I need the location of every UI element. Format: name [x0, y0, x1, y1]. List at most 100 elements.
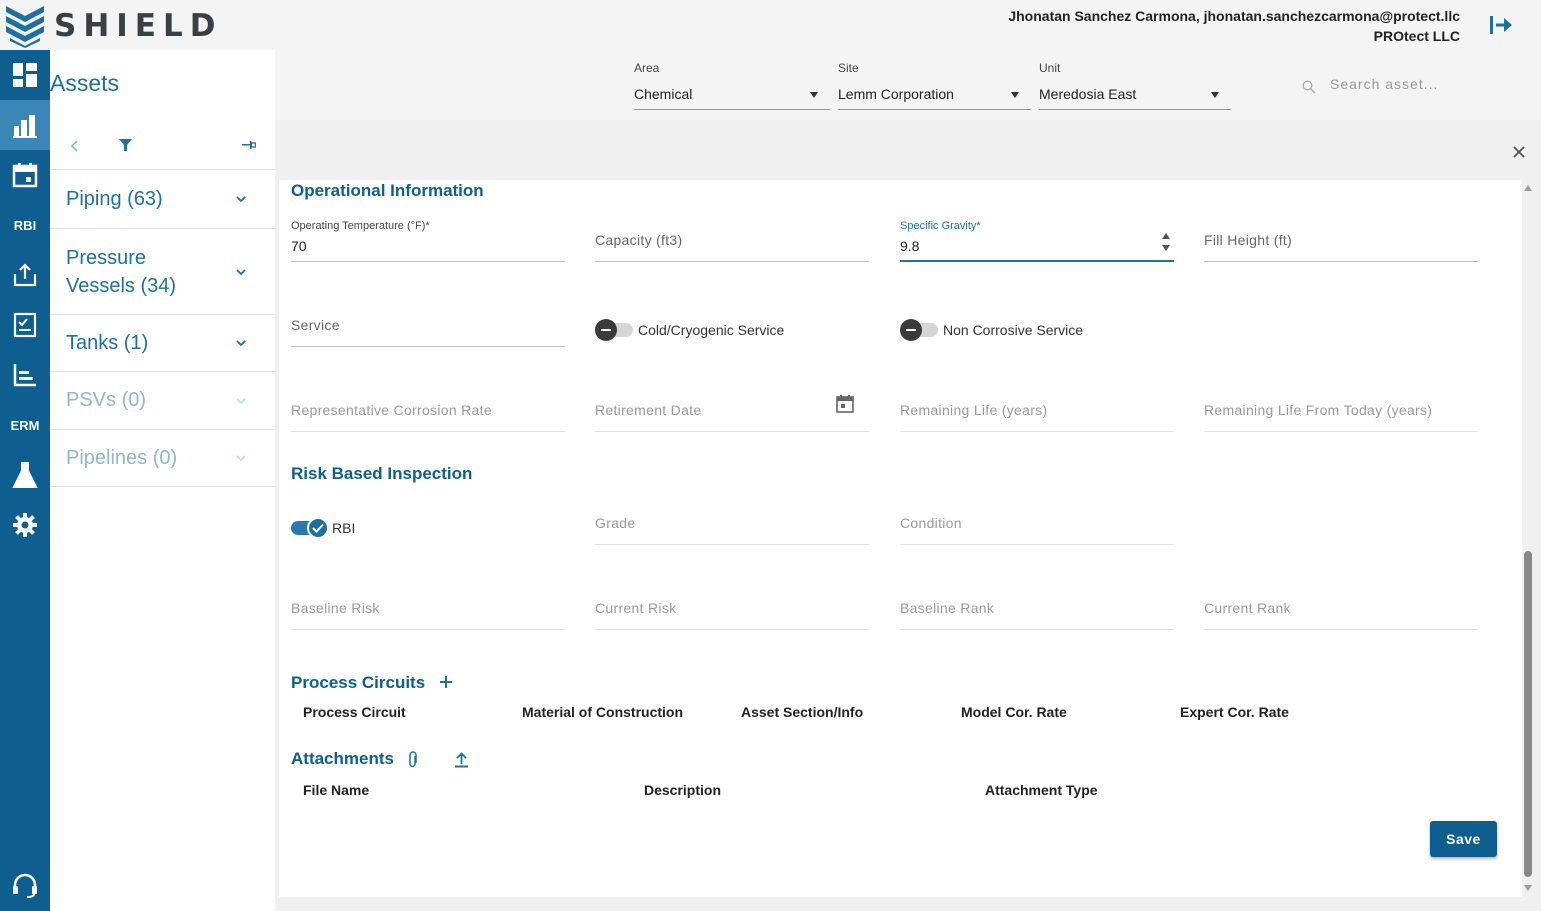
category-label: Pipelines (0): [66, 446, 178, 469]
buildings-icon: [13, 115, 37, 138]
pin-icon[interactable]: [242, 140, 256, 150]
add-icon[interactable]: [439, 675, 453, 689]
baseline-risk-field[interactable]: Baseline Risk: [291, 582, 565, 630]
specific-gravity-value: 9.8: [900, 238, 920, 254]
nav-assets[interactable]: [0, 100, 50, 150]
search-input[interactable]: [1330, 76, 1520, 92]
service-placeholder: Service: [291, 317, 340, 333]
col-description[interactable]: Description: [644, 782, 721, 798]
area-value: Chemical: [634, 86, 693, 102]
site-value: Lemm Corporation: [838, 86, 954, 102]
rep-corrosion-rate-placeholder: Representative Corrosion Rate: [291, 402, 492, 418]
close-icon[interactable]: [1511, 144, 1527, 160]
user-info: Jhonatan Sanchez Carmona, jhonatan.sanch…: [1008, 6, 1460, 46]
asset-search: [1302, 74, 1522, 98]
upload-icon[interactable]: [454, 752, 469, 768]
cold-cryogenic-label: Cold/Cryogenic Service: [638, 322, 785, 338]
chevron-down-icon: [236, 268, 246, 275]
chevron-left-icon[interactable]: [70, 140, 80, 152]
nav-import[interactable]: [0, 250, 50, 300]
attachments-title: Attachments: [291, 749, 394, 768]
remaining-life-field[interactable]: Remaining Life (years): [900, 384, 1174, 432]
rbi-title: Risk Based Inspection: [291, 464, 473, 483]
category-label: Piping (63): [66, 187, 163, 210]
nav-support[interactable]: [0, 861, 50, 911]
category-tanks[interactable]: Tanks (1): [50, 315, 275, 372]
baseline-rank-placeholder: Baseline Rank: [900, 600, 995, 616]
rep-corrosion-rate-field[interactable]: Representative Corrosion Rate: [291, 384, 565, 432]
col-file-name[interactable]: File Name: [303, 782, 369, 798]
col-model-cor-rate[interactable]: Model Cor. Rate: [961, 704, 1067, 720]
unit-value: Meredosia East: [1039, 86, 1137, 102]
non-corrosive-toggle[interactable]: Non Corrosive Service: [900, 319, 1084, 341]
current-risk-placeholder: Current Risk: [595, 600, 677, 616]
nav-lab[interactable]: [0, 450, 50, 500]
caret-down-icon: [1011, 92, 1019, 98]
condition-field[interactable]: Condition: [900, 497, 1174, 545]
col-material-of-construction[interactable]: Material of Construction: [522, 704, 683, 720]
category-psvs[interactable]: PSVs (0): [50, 372, 275, 430]
gear-icon: [13, 513, 37, 537]
user-name-email: Jhonatan Sanchez Carmona, jhonatan.sanch…: [1008, 8, 1460, 24]
col-attachment-type[interactable]: Attachment Type: [985, 782, 1098, 798]
scrollbar-thumb[interactable]: [1524, 551, 1532, 877]
nav-settings[interactable]: [0, 500, 50, 550]
baseline-rank-field[interactable]: Baseline Rank: [900, 582, 1174, 630]
cold-cryogenic-toggle[interactable]: Cold/Cryogenic Service: [595, 319, 785, 341]
toggle-track: [900, 319, 938, 341]
remaining-life-today-placeholder: Remaining Life From Today (years): [1204, 402, 1433, 418]
remaining-life-placeholder: Remaining Life (years): [900, 402, 1048, 418]
category-label: PSVs (0): [66, 389, 147, 411]
rbi-toggle[interactable]: RBI: [291, 517, 355, 539]
non-corrosive-label: Non Corrosive Service: [943, 322, 1084, 338]
report-icon: [13, 312, 37, 338]
logout-icon[interactable]: [1488, 14, 1514, 36]
filter-icon[interactable]: [119, 139, 132, 152]
nav-reports[interactable]: [0, 300, 50, 350]
col-process-circuit[interactable]: Process Circuit: [303, 704, 406, 720]
scroll-down-icon[interactable]: [1523, 884, 1533, 892]
save-button[interactable]: Save: [1430, 821, 1497, 857]
operating-temperature-label: Operating Temperature (°F)*: [291, 220, 430, 232]
nav-dashboard[interactable]: [0, 50, 50, 100]
retirement-date-placeholder: Retirement Date: [595, 402, 702, 418]
headset-icon: [13, 873, 37, 898]
nav-rbi[interactable]: RBI: [0, 200, 50, 250]
retirement-date-field[interactable]: Retirement Date: [595, 384, 869, 432]
calendar-icon[interactable]: [835, 394, 855, 414]
col-asset-section-info[interactable]: Asset Section/Info: [741, 704, 863, 720]
process-circuits-title: Process Circuits: [291, 673, 426, 692]
site-select[interactable]: Lemm Corporation: [838, 80, 1031, 110]
col-expert-cor-rate[interactable]: Expert Cor. Rate: [1180, 704, 1289, 720]
caret-down-icon: [810, 92, 818, 98]
operating-temperature-field[interactable]: Operating Temperature (°F)* 70: [291, 214, 565, 262]
category-pipelines[interactable]: Pipelines (0): [50, 430, 275, 487]
area-label: Area: [634, 61, 660, 75]
fill-height-placeholder: Fill Height (ft): [1204, 232, 1293, 248]
app-logo[interactable]: SHIELD: [4, 4, 222, 48]
capacity-field[interactable]: Capacity (ft3): [595, 214, 869, 262]
grade-field[interactable]: Grade: [595, 497, 869, 545]
scroll-up-icon[interactable]: [1523, 184, 1533, 192]
current-risk-field[interactable]: Current Risk: [595, 582, 869, 630]
fill-height-field[interactable]: Fill Height (ft): [1204, 214, 1478, 262]
nav-erm[interactable]: ERM: [0, 400, 50, 450]
chevron-down-icon: [236, 397, 246, 404]
grade-placeholder: Grade: [595, 515, 636, 531]
toggle-off-icon: [900, 319, 922, 341]
remaining-life-today-field[interactable]: Remaining Life From Today (years): [1204, 384, 1478, 432]
unit-select[interactable]: Meredosia East: [1039, 80, 1231, 110]
paperclip-icon[interactable]: [408, 751, 418, 769]
category-piping[interactable]: Piping (63): [50, 170, 275, 229]
category-pressure-vessels[interactable]: Pressure Vessels (34): [50, 229, 275, 315]
area-select[interactable]: Chemical: [634, 80, 830, 110]
service-field[interactable]: Service: [291, 299, 565, 347]
assets-title: Assets: [50, 70, 120, 96]
current-rank-field[interactable]: Current Rank: [1204, 582, 1478, 630]
upload-tray-icon: [13, 263, 37, 287]
number-stepper-icon[interactable]: [1161, 231, 1171, 253]
search-icon: [1302, 80, 1316, 94]
specific-gravity-field[interactable]: Specific Gravity* 9.8: [900, 214, 1174, 262]
nav-calendar[interactable]: [0, 150, 50, 200]
nav-charts[interactable]: [0, 350, 50, 400]
